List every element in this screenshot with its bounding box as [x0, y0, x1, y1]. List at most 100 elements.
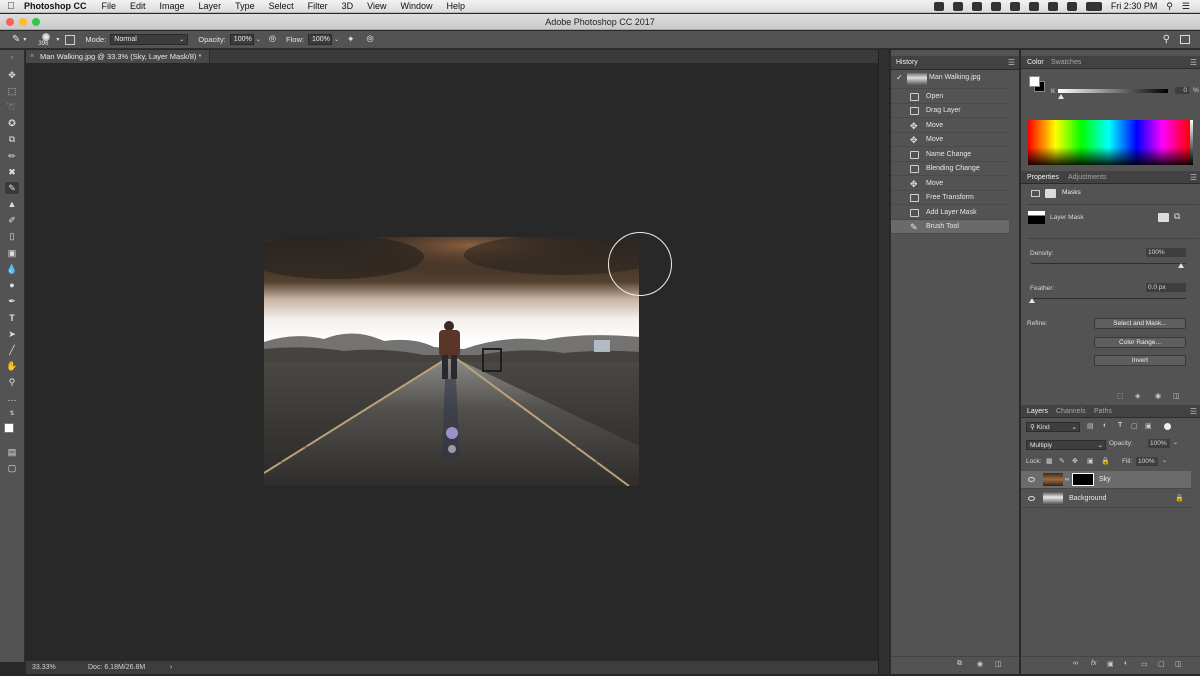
- healing-brush-tool-icon[interactable]: ✖: [5, 166, 19, 178]
- vector-mask-icon[interactable]: [1045, 189, 1056, 198]
- tab-properties[interactable]: Properties: [1023, 171, 1063, 184]
- filter-smart-object-icon[interactable]: ▣: [1145, 422, 1152, 430]
- menu-image[interactable]: Image: [153, 1, 192, 11]
- gradient-tool-icon[interactable]: ▣: [5, 247, 19, 259]
- dropbox-icon[interactable]: [933, 1, 944, 11]
- quick-mask-icon[interactable]: ▤: [5, 446, 19, 458]
- path-selection-tool-icon[interactable]: ➤: [5, 328, 19, 340]
- add-vector-mask-icon[interactable]: [1158, 213, 1169, 222]
- flow-slider-icon[interactable]: ⌄: [334, 36, 339, 43]
- history-snapshot[interactable]: ✓ Man Walking.jpg: [891, 70, 1009, 89]
- screen-icon[interactable]: [1009, 1, 1020, 11]
- zoom-tool-icon[interactable]: ⚲: [5, 376, 19, 388]
- minimize-window-icon[interactable]: [19, 18, 27, 26]
- menu-filter[interactable]: Filter: [301, 1, 335, 11]
- pressure-opacity-icon[interactable]: ⦾: [269, 34, 276, 45]
- lock-artboard-icon[interactable]: ▣: [1087, 457, 1094, 465]
- menu-select[interactable]: Select: [262, 1, 301, 11]
- timemachine-icon[interactable]: [1028, 1, 1039, 11]
- history-item[interactable]: Free Transform: [891, 191, 1009, 205]
- menu-type[interactable]: Type: [228, 1, 262, 11]
- type-tool-icon[interactable]: T: [5, 312, 19, 324]
- history-item[interactable]: ✥ Move: [891, 177, 1009, 191]
- density-slider[interactable]: [1031, 263, 1186, 264]
- history-item[interactable]: Open: [891, 90, 1009, 104]
- layer-filter-select[interactable]: ⚲ Kind ⌄: [1026, 422, 1080, 432]
- eyedropper-tool-icon[interactable]: ✏: [5, 150, 19, 162]
- density-input[interactable]: 100%: [1146, 248, 1186, 257]
- layer-row[interactable]: ∞ Sky: [1021, 471, 1191, 489]
- brush-tool-icon[interactable]: ✎: [5, 182, 19, 194]
- menu-help[interactable]: Help: [439, 1, 472, 11]
- lock-all-icon[interactable]: 🔒: [1101, 457, 1110, 465]
- color-range-button[interactable]: Color Range...: [1094, 337, 1186, 348]
- history-item[interactable]: ✥ Move: [891, 133, 1009, 147]
- marquee-tool-icon[interactable]: ⬚: [5, 85, 19, 97]
- layer-mask-thumbnail[interactable]: [1072, 473, 1094, 486]
- blend-mode-select[interactable]: Multiply ⌄: [1026, 440, 1106, 450]
- wifi-icon[interactable]: [1047, 1, 1058, 11]
- panel-menu-icon[interactable]: ☰: [1190, 171, 1197, 184]
- history-item[interactable]: Drag Layer: [891, 104, 1009, 118]
- history-item[interactable]: ✥ Move: [891, 119, 1009, 133]
- more-tools-icon[interactable]: ⋯: [5, 394, 19, 406]
- apply-mask-icon[interactable]: ◈: [1135, 392, 1140, 400]
- fill-input[interactable]: 100%: [1136, 457, 1158, 466]
- menu-3d[interactable]: 3D: [335, 1, 361, 11]
- fx-icon[interactable]: fx: [1091, 660, 1096, 667]
- feather-slider-handle[interactable]: [1029, 298, 1035, 303]
- eye-icon[interactable]: [1028, 477, 1035, 482]
- brush-panel-toggle-icon[interactable]: [65, 34, 76, 45]
- feather-slider[interactable]: [1031, 298, 1186, 299]
- load-selection-icon[interactable]: ⬚: [1117, 392, 1124, 400]
- zoom-level[interactable]: 33.33%: [32, 661, 56, 674]
- color-spectrum-ramp[interactable]: [1028, 120, 1190, 165]
- history-item[interactable]: Name Change: [891, 148, 1009, 162]
- filter-adjustment-icon[interactable]: ◐: [1103, 422, 1107, 429]
- menu-layer[interactable]: Layer: [192, 1, 229, 11]
- battery-icon[interactable]: [1085, 1, 1102, 11]
- eye-icon[interactable]: ◉: [1155, 392, 1161, 400]
- document-tab[interactable]: × Man Walking.jpg @ 33.3% (Sky, Layer Ma…: [26, 50, 211, 63]
- new-layer-icon[interactable]: ▢: [1158, 660, 1165, 668]
- volume-icon[interactable]: [1066, 1, 1077, 11]
- close-window-icon[interactable]: [6, 18, 14, 26]
- pen-tool-icon[interactable]: ✒: [5, 295, 19, 307]
- density-slider-handle[interactable]: [1178, 263, 1184, 268]
- add-mask-icon[interactable]: ▣: [1107, 660, 1114, 668]
- close-tab-icon[interactable]: ×: [30, 50, 34, 63]
- camera-snapshot-icon[interactable]: ◉: [977, 660, 983, 668]
- quick-select-tool-icon[interactable]: ✪: [5, 117, 19, 129]
- workspace-icon[interactable]: [1180, 35, 1190, 44]
- menu-window[interactable]: Window: [393, 1, 439, 11]
- record-icon[interactable]: [990, 1, 1001, 11]
- new-document-from-state-icon[interactable]: ⧉: [957, 660, 962, 668]
- eye-icon[interactable]: [1028, 496, 1035, 501]
- trash-icon[interactable]: ◫: [1173, 392, 1180, 400]
- search-icon[interactable]: ⚲: [1163, 34, 1170, 45]
- lock-transparent-icon[interactable]: ▦: [1046, 457, 1053, 465]
- menu-edit[interactable]: Edit: [123, 1, 153, 11]
- blur-tool-icon[interactable]: 💧: [5, 263, 19, 275]
- chevron-down-icon[interactable]: ⌄: [1173, 439, 1178, 446]
- cloud-icon[interactable]: [971, 1, 982, 11]
- adjustment-layer-icon[interactable]: ◐: [1124, 660, 1128, 667]
- layer-row[interactable]: Background 🔒: [1021, 490, 1191, 508]
- airbrush-icon[interactable]: ✦: [347, 34, 355, 45]
- preset-dropdown-icon[interactable]: ▾: [23, 36, 26, 43]
- tab-adjustments[interactable]: Adjustments: [1064, 171, 1111, 184]
- hand-tool-icon[interactable]: ✋: [5, 360, 19, 372]
- lock-position-icon[interactable]: ✥: [1072, 457, 1078, 465]
- link-icon[interactable]: ∞: [1065, 471, 1069, 489]
- opacity-slider-icon[interactable]: ⌄: [256, 36, 261, 43]
- foreground-color-swatch[interactable]: [1029, 76, 1040, 87]
- brush-tool-preset-icon[interactable]: ✎: [12, 34, 20, 45]
- lock-image-icon[interactable]: ✎: [1059, 457, 1065, 465]
- chevron-down-icon[interactable]: ⌄: [1162, 457, 1167, 464]
- pressure-size-icon[interactable]: ⦾: [367, 34, 374, 45]
- invert-button[interactable]: Invert: [1094, 355, 1186, 366]
- screen-mode-icon[interactable]: ▢: [5, 462, 19, 474]
- link-layers-icon[interactable]: ∞: [1073, 660, 1078, 667]
- trash-icon[interactable]: ◫: [1175, 660, 1182, 668]
- move-tool-icon[interactable]: ✥: [5, 69, 19, 81]
